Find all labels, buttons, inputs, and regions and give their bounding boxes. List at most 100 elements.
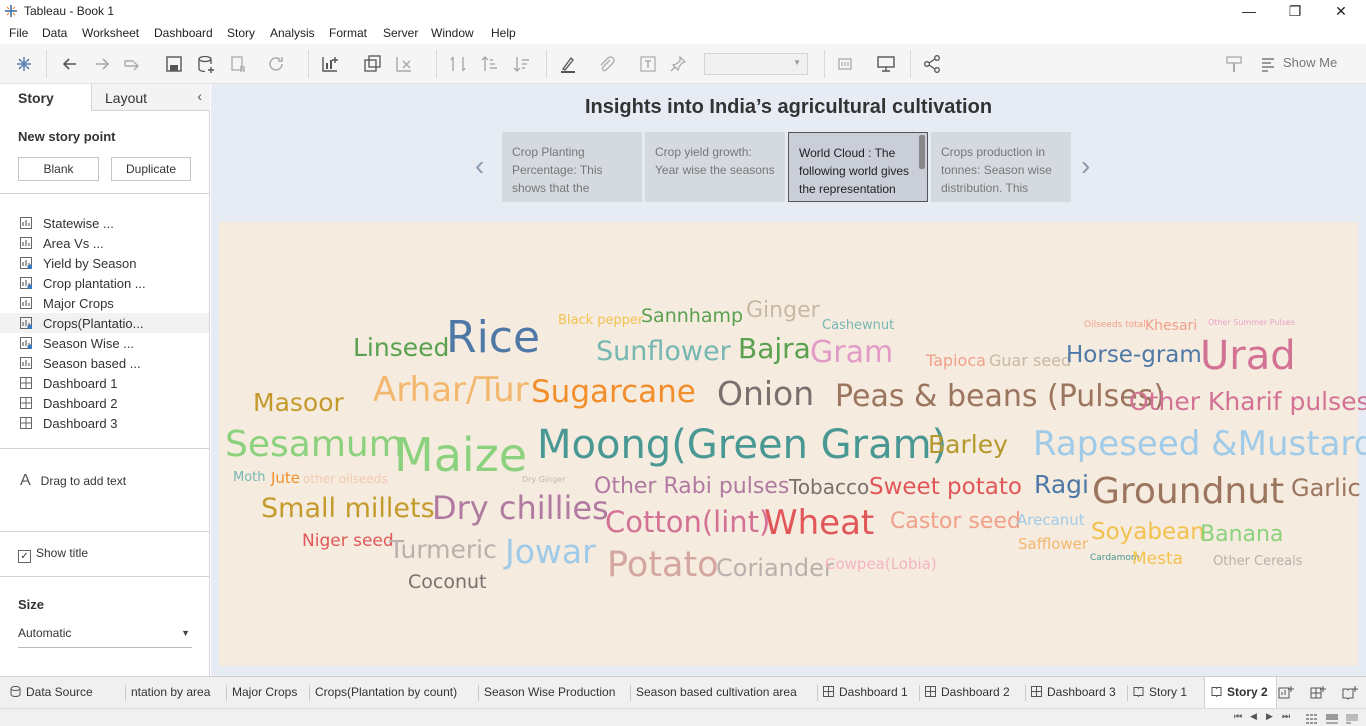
sheet-item[interactable]: Area Vs ... — [0, 233, 209, 253]
sheet-tab[interactable]: Data Source — [10, 685, 93, 699]
first-sheet-icon[interactable]: ⏮ — [1234, 711, 1242, 722]
menu-data[interactable]: Data — [42, 26, 67, 40]
word-cloud-term[interactable]: Other Rabi pulses — [594, 476, 789, 498]
word-cloud-term[interactable]: Tobacco — [789, 477, 869, 497]
word-cloud-term[interactable]: Bajra — [738, 335, 811, 363]
replay-icon[interactable] — [122, 54, 142, 74]
word-cloud-term[interactable]: Jowar — [505, 535, 596, 568]
new-datasource-icon[interactable] — [196, 54, 216, 74]
undo-icon[interactable] — [60, 54, 80, 74]
word-cloud-term[interactable]: Coconut — [408, 573, 487, 592]
share-icon[interactable] — [922, 54, 942, 74]
menu-story[interactable]: Story — [227, 26, 255, 40]
word-cloud-term[interactable]: Groundnut — [1092, 474, 1284, 510]
word-cloud-term[interactable]: Arecanut — [1017, 513, 1085, 528]
word-cloud-term[interactable]: Arhar/Tur — [373, 373, 529, 407]
word-cloud-term[interactable]: Sweet potato — [869, 476, 1022, 499]
word-cloud-term[interactable]: Rice — [446, 316, 540, 360]
redo-icon[interactable] — [92, 54, 112, 74]
swap-icon[interactable] — [448, 54, 468, 74]
word-cloud-term[interactable]: Coriander — [716, 556, 834, 580]
sheet-tab[interactable]: Story 2 — [1204, 677, 1277, 709]
filmstrip-view-icon[interactable] — [1326, 713, 1338, 726]
duplicate-icon[interactable] — [362, 54, 382, 74]
word-cloud-term[interactable]: Soyabean — [1091, 521, 1205, 544]
sheet-item[interactable]: Dashboard 1 — [0, 373, 209, 393]
word-cloud-term[interactable]: Mesta — [1132, 551, 1183, 568]
sheet-tab[interactable]: ntation by area — [131, 685, 210, 699]
new-worksheet-icon[interactable] — [320, 54, 340, 74]
story-point-4[interactable]: Crops production in tonnes: Season wise … — [931, 132, 1071, 202]
word-cloud-term[interactable]: Urad — [1200, 336, 1296, 376]
story-point-3[interactable]: World Cloud : The following world gives … — [788, 132, 928, 202]
sheet-item[interactable]: Crops(Plantatio... — [0, 313, 209, 333]
menu-dashboard[interactable]: Dashboard — [154, 26, 213, 40]
word-cloud-term[interactable]: Garlic — [1291, 476, 1361, 500]
restore-button[interactable]: ❐ — [1280, 2, 1310, 22]
word-cloud-term[interactable]: Maize — [394, 432, 527, 478]
word-cloud-term[interactable]: Horse-gram — [1066, 344, 1202, 367]
word-cloud-term[interactable]: Sugarcane — [531, 377, 696, 408]
menu-format[interactable]: Format — [329, 26, 367, 40]
sheet-item[interactable]: Dashboard 2 — [0, 393, 209, 413]
minimize-button[interactable]: — — [1234, 2, 1264, 22]
word-cloud-term[interactable]: Onion — [717, 377, 814, 410]
word-cloud-term[interactable]: Khesari — [1145, 319, 1197, 333]
last-sheet-icon[interactable]: ⏭ — [1282, 711, 1290, 722]
sheet-item[interactable]: Statewise ... — [0, 213, 209, 233]
word-cloud-term[interactable]: Castor seed — [890, 511, 1021, 533]
fit-icon[interactable] — [836, 54, 856, 74]
format-painter-icon[interactable] — [1224, 54, 1244, 74]
word-cloud-term[interactable]: Guar seed — [989, 353, 1071, 369]
word-cloud-term[interactable]: Black pepper — [558, 314, 643, 327]
word-cloud-term[interactable]: Niger seed — [302, 533, 394, 550]
word-cloud-term[interactable]: Other Cereals — [1213, 555, 1303, 568]
menu-server[interactable]: Server — [383, 26, 418, 40]
word-cloud-term[interactable]: Small millets — [261, 495, 435, 522]
tableau-logo-icon[interactable] — [14, 54, 34, 74]
word-cloud-term[interactable]: Cowpea(Lobia) — [825, 557, 937, 572]
word-cloud-term[interactable]: Ginger — [746, 300, 820, 322]
sheet-tab[interactable]: Major Crops — [232, 685, 297, 699]
sheet-item[interactable]: Season Wise ... — [0, 333, 209, 353]
sort-descending-icon[interactable] — [512, 54, 532, 74]
word-cloud-term[interactable]: other oilseeds — [303, 473, 388, 485]
highlight-icon[interactable] — [558, 54, 578, 74]
word-cloud-term[interactable]: Gram — [810, 338, 893, 368]
word-cloud-term[interactable]: Dry Ginger — [522, 476, 566, 484]
tab-story[interactable]: Story — [0, 84, 92, 111]
word-cloud-term[interactable]: Barley — [928, 432, 1008, 457]
word-cloud-term[interactable]: Jute — [271, 471, 300, 486]
menu-help[interactable]: Help — [491, 26, 516, 40]
sheet-tab[interactable]: Crops(Plantation by count) — [315, 685, 457, 699]
sheet-tab[interactable]: Season based cultivation area — [636, 685, 797, 699]
menu-file[interactable]: File — [9, 26, 28, 40]
duplicate-button[interactable]: Duplicate — [111, 157, 191, 181]
word-cloud-term[interactable]: Tapioca — [926, 353, 986, 369]
word-cloud-term[interactable]: Moong(Green Gram) — [537, 425, 947, 465]
sheet-tab[interactable]: Story 1 — [1133, 685, 1187, 699]
refresh-icon[interactable] — [266, 54, 286, 74]
word-cloud-term[interactable]: Other Summer Pulses — [1208, 319, 1295, 327]
presentation-icon[interactable] — [876, 54, 896, 74]
word-cloud-term[interactable]: Other Kharif pulses — [1129, 389, 1366, 414]
word-cloud-term[interactable]: Rapeseed &Mustard — [1033, 427, 1366, 461]
word-cloud-term[interactable]: Sesamum — [225, 427, 404, 463]
word-cloud-term[interactable]: Sannhamp — [641, 307, 743, 326]
sheet-tab[interactable]: Dashboard 2 — [925, 685, 1010, 699]
word-cloud-term[interactable]: Wheat — [764, 506, 874, 540]
word-cloud-term[interactable]: Sunflower — [596, 338, 731, 365]
word-cloud-term[interactable]: Turmeric — [389, 537, 497, 562]
drag-text-item[interactable]: A Drag to add text — [20, 472, 126, 490]
show-title-checkbox[interactable]: ✓ Show title — [18, 546, 88, 563]
prev-sheet-icon[interactable]: ◀ — [1250, 711, 1257, 722]
word-cloud-term[interactable]: Ragi — [1034, 472, 1089, 497]
sheet-item[interactable]: Major Crops — [0, 293, 209, 313]
new-dashboard-tab-icon[interactable] — [1310, 685, 1326, 701]
save-icon[interactable] — [164, 54, 184, 74]
word-cloud-term[interactable]: Peas & beans (Pulses) — [835, 382, 1165, 412]
word-cloud-term[interactable]: Banana — [1200, 524, 1283, 546]
next-sheet-icon[interactable]: ▶ — [1266, 711, 1273, 722]
story-point-1[interactable]: Crop Planting Percentage: This shows tha… — [502, 132, 642, 202]
tabs-view-icon[interactable] — [1346, 713, 1358, 726]
